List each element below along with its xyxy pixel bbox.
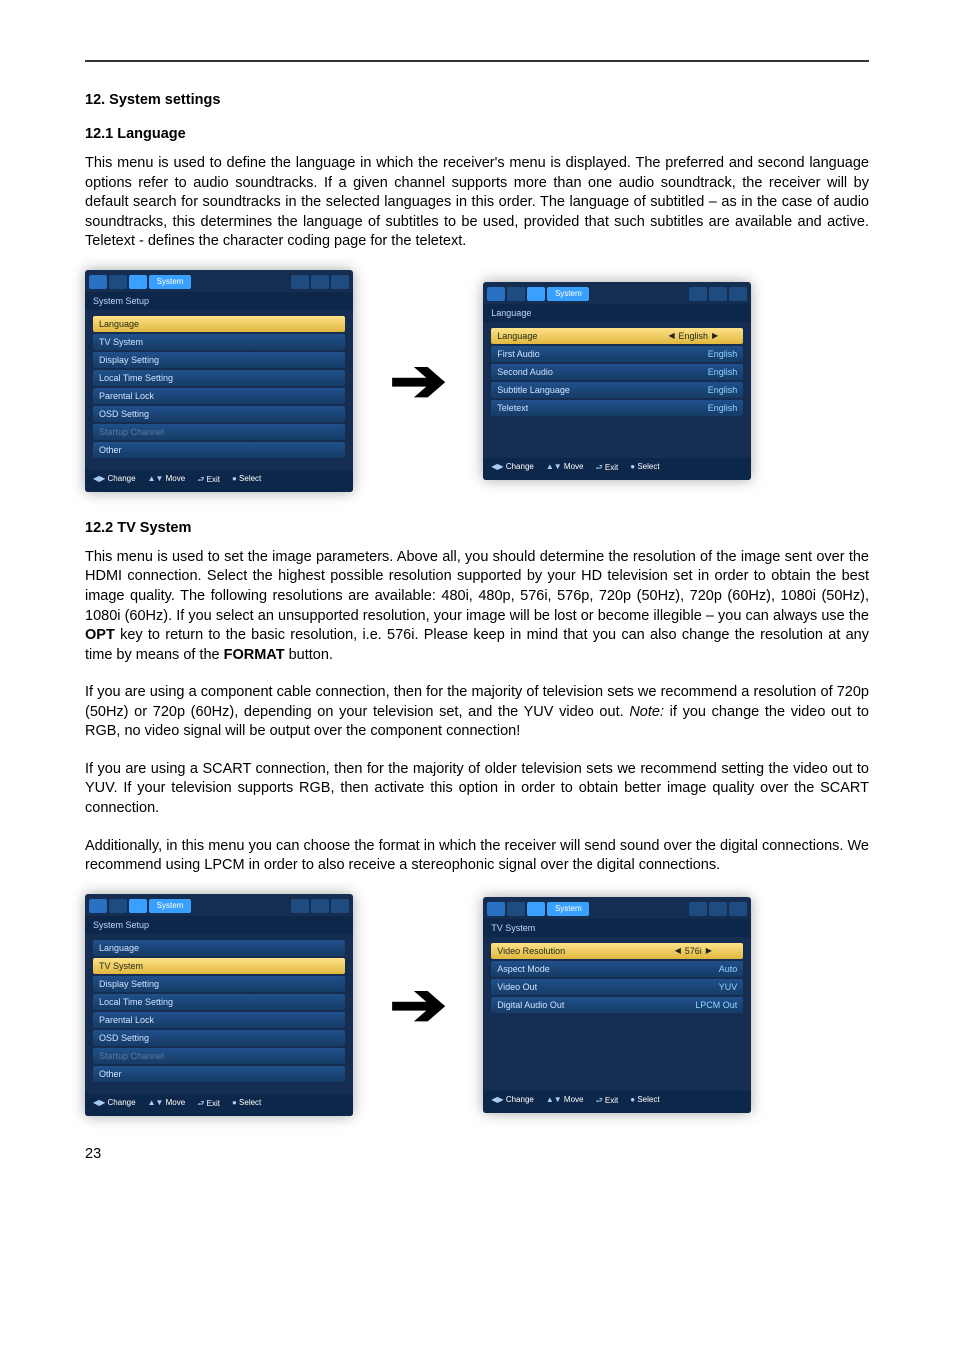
top-tab-bar: System bbox=[85, 270, 353, 292]
footer-hints: ◀▶ Change ▲▼ Move ⮐ Exit ● Select bbox=[85, 1094, 353, 1116]
menu-item: Language bbox=[93, 940, 345, 956]
tab-icon bbox=[507, 287, 525, 301]
menu-item: Subtitle LanguageEnglish bbox=[491, 382, 743, 398]
menu-item: Local Time Setting bbox=[93, 370, 345, 386]
tab-icon bbox=[291, 899, 309, 913]
menu-item: TeletextEnglish bbox=[491, 400, 743, 416]
footer-hints: ◀▶ Change ▲▼ Move ⮐ Exit ● Select bbox=[483, 458, 751, 480]
tab-icon bbox=[89, 275, 107, 289]
panel-title: Language bbox=[483, 304, 751, 322]
tab-system: System bbox=[149, 275, 191, 289]
tab-icon bbox=[689, 287, 707, 301]
page-number: 23 bbox=[85, 1146, 869, 1162]
tab-system: System bbox=[149, 899, 191, 913]
figure-row-tvsystem: System System Setup Language TV System D… bbox=[85, 894, 869, 1116]
tab-icon bbox=[527, 902, 545, 916]
menu-item: TV System bbox=[93, 958, 345, 974]
menu-item: Other bbox=[93, 1066, 345, 1082]
tab-icon bbox=[291, 275, 309, 289]
menu-item: Local Time Setting bbox=[93, 994, 345, 1010]
tab-system: System bbox=[547, 287, 589, 301]
screenshot-system-setup-language: System System Setup Language TV System D… bbox=[85, 270, 353, 492]
menu-item: Second AudioEnglish bbox=[491, 364, 743, 380]
menu-item: Digital Audio OutLPCM Out bbox=[491, 997, 743, 1013]
tab-icon bbox=[109, 899, 127, 913]
panel-title: System Setup bbox=[85, 916, 353, 934]
section-heading-system-settings: 12. System settings bbox=[85, 92, 869, 108]
panel-title: TV System bbox=[483, 919, 751, 937]
menu-list: Video Resolution ◀576i▶ Aspect ModeAuto … bbox=[483, 937, 751, 1091]
menu-item-disabled: Startup Channel bbox=[93, 1048, 345, 1064]
section-heading-language: 12.1 Language bbox=[85, 126, 869, 142]
tab-icon bbox=[729, 287, 747, 301]
paragraph-tvsystem-3: If you are using a SCART connection, the… bbox=[85, 760, 869, 819]
top-tab-bar: System bbox=[483, 282, 751, 304]
menu-item: Aspect ModeAuto bbox=[491, 961, 743, 977]
menu-item: Language ◀English▶ bbox=[491, 328, 743, 344]
screenshot-system-setup-tvsystem: System System Setup Language TV System D… bbox=[85, 894, 353, 1116]
menu-item: TV System bbox=[93, 334, 345, 350]
tab-system: System bbox=[547, 902, 589, 916]
footer-hints: ◀▶ Change ▲▼ Move ⮐ Exit ● Select bbox=[85, 470, 353, 492]
screenshot-tvsystem-submenu: System TV System Video Resolution ◀576i▶… bbox=[483, 897, 751, 1113]
menu-item: Other bbox=[93, 442, 345, 458]
tab-icon bbox=[709, 287, 727, 301]
panel-title: System Setup bbox=[85, 292, 353, 310]
tab-icon bbox=[527, 287, 545, 301]
paragraph-tvsystem-4: Additionally, in this menu you can choos… bbox=[85, 837, 869, 876]
menu-item: Display Setting bbox=[93, 976, 345, 992]
menu-list: Language TV System Display Setting Local… bbox=[85, 310, 353, 470]
section-heading-tv-system: 12.2 TV System bbox=[85, 520, 869, 536]
menu-item: First AudioEnglish bbox=[491, 346, 743, 362]
figure-row-language: System System Setup Language TV System D… bbox=[85, 270, 869, 492]
menu-item: OSD Setting bbox=[93, 1030, 345, 1046]
tab-icon bbox=[487, 902, 505, 916]
arrow-icon: ➔ bbox=[378, 351, 459, 411]
tab-icon bbox=[311, 275, 329, 289]
tab-icon bbox=[129, 899, 147, 913]
footer-hints: ◀▶ Change ▲▼ Move ⮐ Exit ● Select bbox=[483, 1091, 751, 1113]
tab-icon bbox=[487, 287, 505, 301]
menu-item: Parental Lock bbox=[93, 388, 345, 404]
page-top-rule bbox=[85, 60, 869, 62]
tab-icon bbox=[89, 899, 107, 913]
menu-item: Video OutYUV bbox=[491, 979, 743, 995]
paragraph-tvsystem-2: If you are using a component cable conne… bbox=[85, 683, 869, 742]
screenshot-language-submenu: System Language Language ◀English▶ First… bbox=[483, 282, 751, 480]
tab-icon bbox=[129, 275, 147, 289]
menu-item-disabled: Startup Channel bbox=[93, 424, 345, 440]
menu-item: Display Setting bbox=[93, 352, 345, 368]
tab-icon bbox=[331, 275, 349, 289]
menu-item: Video Resolution ◀576i▶ bbox=[491, 943, 743, 959]
arrow-icon: ➔ bbox=[378, 975, 459, 1035]
paragraph-tvsystem-1: This menu is used to set the image param… bbox=[85, 548, 869, 665]
menu-list: Language TV System Display Setting Local… bbox=[85, 934, 353, 1094]
tab-icon bbox=[109, 275, 127, 289]
menu-item: OSD Setting bbox=[93, 406, 345, 422]
menu-item: Language bbox=[93, 316, 345, 332]
tab-icon bbox=[311, 899, 329, 913]
tab-icon bbox=[689, 902, 707, 916]
paragraph-language: This menu is used to define the language… bbox=[85, 154, 869, 252]
tab-icon bbox=[709, 902, 727, 916]
top-tab-bar: System bbox=[85, 894, 353, 916]
tab-icon bbox=[331, 899, 349, 913]
menu-list: Language ◀English▶ First AudioEnglish Se… bbox=[483, 322, 751, 458]
menu-item: Parental Lock bbox=[93, 1012, 345, 1028]
tab-icon bbox=[729, 902, 747, 916]
tab-icon bbox=[507, 902, 525, 916]
top-tab-bar: System bbox=[483, 897, 751, 919]
